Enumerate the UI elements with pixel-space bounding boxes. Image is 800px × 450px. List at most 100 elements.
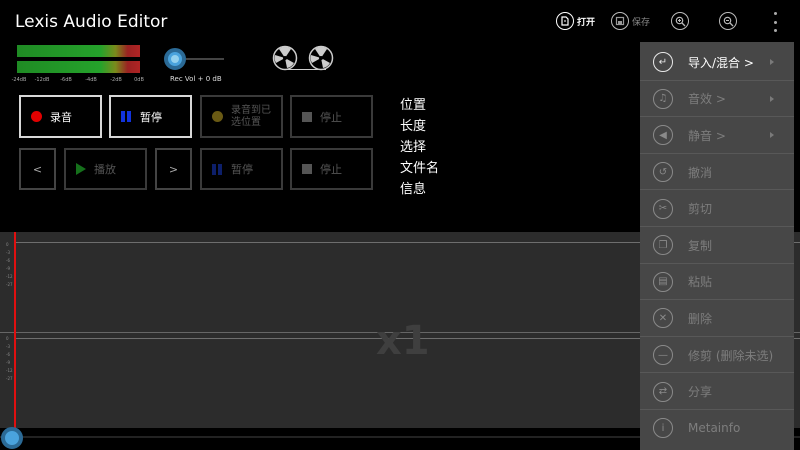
pause-icon [212,163,223,175]
record-to-position-line1: 录音到已 [231,104,271,116]
menu-item-label: 静音 > [688,128,726,143]
meter-scale-label: -2dB [110,77,122,83]
zoom-level: x1 [376,318,430,364]
save-label: 保存 [632,17,651,28]
save-button[interactable]: 保存 [611,10,650,32]
info-selection: 选择 [400,140,427,155]
pause-record-label: 暂停 [140,110,162,124]
record-to-position-button[interactable]: 录音到已 选位置 [200,95,283,138]
info-filename: 文件名 [400,161,440,176]
menu-item-close[interactable]: ✕ 删除 [640,300,794,337]
music-note-icon: ♫ [653,88,673,109]
record-icon [31,111,42,122]
record-position-icon [212,111,223,122]
pause-icon [121,111,132,122]
record-to-position-line2: 选位置 [231,116,261,128]
menu-item-import[interactable]: ↵ 导入/混合 > [640,44,794,81]
info-icon: i [653,418,673,439]
next-button[interactable]: > [155,148,192,190]
menu-item-label: 导入/混合 > [688,55,754,70]
copy-icon: ❐ [653,235,673,256]
menu-item-label: 粘贴 [688,275,713,290]
open-button[interactable]: 打开 [556,10,595,32]
menu-item-undo[interactable]: ↺ 撤消 [640,154,794,191]
stop-icon [302,111,312,122]
menu-item-label: 复制 [688,238,713,253]
waveform-scale-label: -27 [6,376,13,381]
menu-item-share[interactable]: ⇄ 分享 [640,373,794,410]
playhead-cursor[interactable] [14,232,16,428]
menu-item-label: 删除 [688,311,713,326]
zoom-out-icon [719,12,737,30]
waveform-scale-label: -6 [6,352,10,357]
stop-play-label: 停止 [320,163,342,176]
zoom-in-button[interactable] [671,10,689,32]
menu-item-label: Metainfo [688,421,741,436]
waveform-scale-label: -12 [6,274,13,279]
info-length: 长度 [400,119,427,134]
waveform-scale-label: -3 [6,344,10,349]
meter-scale-label: -6dB [60,77,72,83]
menu-item-volume-mute[interactable]: ◀ 静音 > [640,117,794,154]
zoom-out-button[interactable] [719,10,737,32]
undo-icon: ↺ [653,162,673,183]
record-to-position-label: 录音到已 选位置 [231,105,271,129]
waveform-scale-label: -9 [6,360,10,365]
level-meter-right [17,61,140,73]
import-icon: ↵ [653,52,673,73]
menu-item-label: 撤消 [688,165,713,180]
rec-volume-track[interactable] [186,58,224,60]
previous-label: < [32,162,43,176]
open-file-icon [556,12,574,30]
paste-icon: ▤ [653,271,673,292]
menu-item-scissors[interactable]: ✂ 剪切 [640,190,794,227]
pause-record-button[interactable]: 暂停 [109,95,192,138]
trim-icon: — [653,345,673,366]
stop-record-button[interactable]: 停止 [290,95,373,138]
meter-scale-label: -24dB [11,77,27,83]
waveform-scale-label: -3 [6,250,10,255]
level-meter: -24dB -12dB -6dB -4dB -2dB 0dB [12,45,144,85]
waveform-scale-label: -12 [6,368,13,373]
menu-item-music-note[interactable]: ♫ 音效 > [640,81,794,118]
meter-scale-label: -12dB [34,77,50,83]
volume-mute-icon: ◀ [653,125,673,146]
more-vert-icon[interactable] [770,12,780,32]
scissors-icon: ✂ [653,198,673,219]
tape-reels-icon [272,45,336,73]
waveform-scale-label: -9 [6,266,10,271]
position-slider[interactable] [1,427,23,449]
menu-item-info[interactable]: i Metainfo [640,410,794,447]
meter-scale-label: -4dB [85,77,97,83]
next-label: > [168,162,179,176]
menu-item-label: 分享 [688,385,713,400]
waveform-scale-label: 0 [6,336,9,341]
stop-play-button[interactable]: 停止 [290,148,373,190]
waveform-scale-label: 0 [6,242,9,247]
menu-item-paste[interactable]: ▤ 粘贴 [640,264,794,301]
stop-record-label: 停止 [320,110,342,124]
menu-item-trim[interactable]: — 修剪 (删除未选) [640,337,794,374]
overflow-menu: ↵ 导入/混合 > ♫ 音效 > ◀ 静音 > ↺ 撤消 ✂ 剪切 ❐ 复制 ▤ 粘贴 ✕ 删除 — 修剪 (删除… [640,42,794,450]
pause-play-button[interactable]: 暂停 [200,148,283,190]
info-position: 位置 [400,98,427,113]
play-button[interactable]: 播放 [64,148,147,190]
record-button[interactable]: 录音 [19,95,102,138]
rec-volume-label: Rec Vol + 0 dB [170,75,222,83]
submenu-arrow-icon [770,132,774,139]
rec-volume-slider[interactable] [164,48,186,70]
save-icon [611,12,629,30]
menu-item-copy[interactable]: ❐ 复制 [640,227,794,264]
meter-scale-label: 0dB [134,77,144,83]
close-icon: ✕ [653,308,673,329]
submenu-arrow-icon [770,95,774,102]
waveform-scale-label: -6 [6,258,10,263]
meter-scale: -24dB -12dB -6dB -4dB -2dB 0dB [12,77,144,85]
open-label: 打开 [577,17,596,28]
menu-item-label: 修剪 (删除未选) [688,348,774,363]
app-title: Lexis Audio Editor [15,12,168,32]
play-label: 播放 [94,163,116,176]
previous-button[interactable]: < [19,148,56,190]
submenu-arrow-icon [770,59,774,66]
waveform-scale-label: -27 [6,282,13,287]
